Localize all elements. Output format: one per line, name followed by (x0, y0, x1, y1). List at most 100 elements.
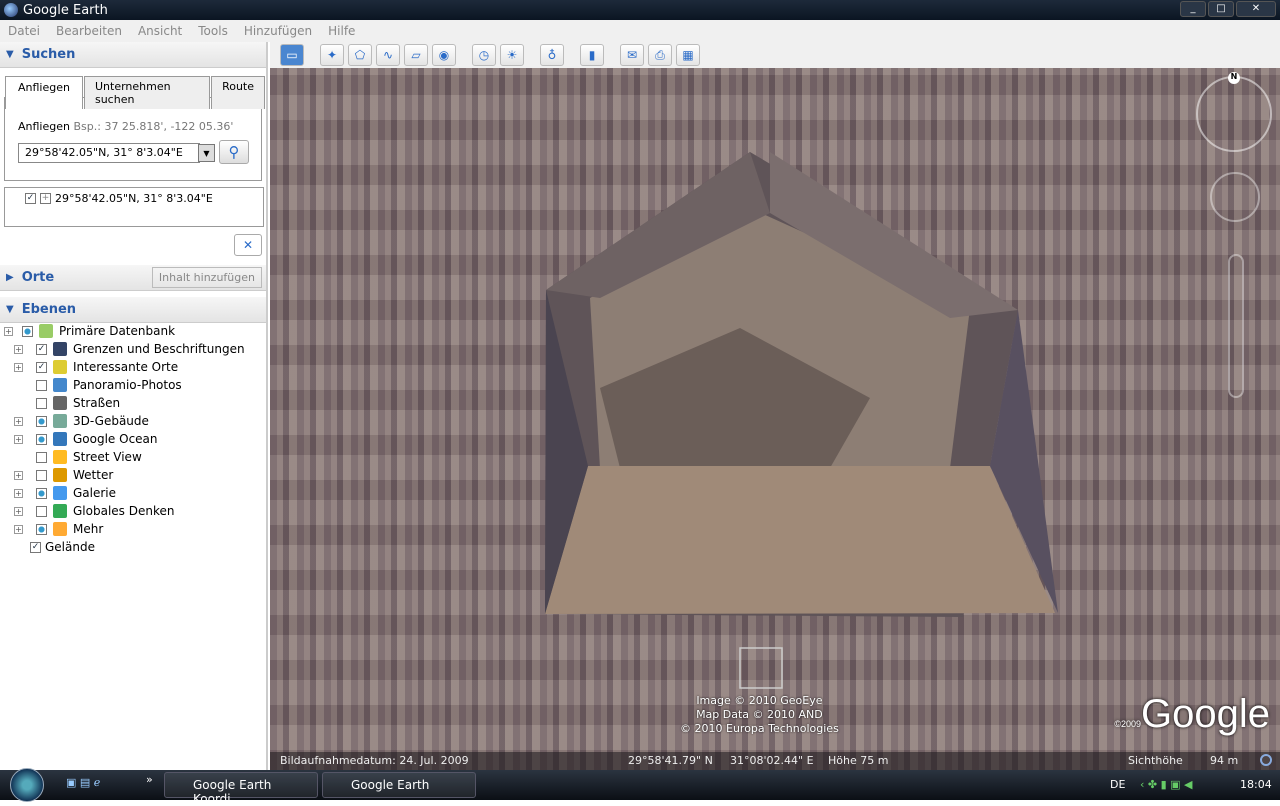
more-chevron-icon[interactable]: » (146, 773, 153, 786)
view-in-maps-button[interactable]: ▦ (676, 44, 700, 66)
expand-toggle[interactable]: + (14, 416, 23, 426)
layer-checkbox[interactable] (36, 523, 47, 535)
layer-item[interactable]: + ✓ Interessante Orte (0, 358, 266, 376)
collapse-icon: ▼ (6, 304, 14, 315)
sidebar: ▼ Suchen Anfliegen Bsp.: 37 25.818', -122… (0, 42, 268, 770)
close-button[interactable]: ✕ (1236, 1, 1276, 17)
tab-unternehmen-suchen[interactable]: Unternehmen suchen (83, 76, 211, 109)
planets-button[interactable]: ♁ (540, 44, 564, 66)
layer-checkbox[interactable] (36, 397, 47, 409)
status-bar: Bildaufnahmedatum: 24. Jul. 2009 29°58'4… (270, 752, 1280, 770)
historical-imagery-button[interactable]: ◷ (472, 44, 496, 66)
clear-results-button[interactable]: ✕ (234, 234, 262, 256)
sunlight-button[interactable]: ☀ (500, 44, 524, 66)
tab-route[interactable]: Route (211, 76, 265, 109)
add-polygon-button[interactable]: ⬠ (348, 44, 372, 66)
layer-checkbox[interactable] (36, 469, 47, 481)
layer-checkbox[interactable] (36, 433, 47, 445)
add-path-button[interactable]: ∿ (376, 44, 400, 66)
compass-north: N (1228, 72, 1240, 84)
expand-toggle[interactable]: + (4, 326, 13, 336)
search-panel-header[interactable]: ▼ Suchen (0, 42, 266, 68)
layer-item[interactable]: ✓ Gelände (0, 538, 266, 556)
toolbar: ▭ ✦ ⬠ ∿ ▱ ◉ ◷ ☀ ♁ ▮ ✉ ⎙ ▦ (270, 42, 1280, 68)
expand-toggle[interactable]: + (14, 362, 23, 372)
layer-checkbox[interactable]: ✓ (36, 361, 47, 373)
layer-checkbox[interactable]: ✓ (30, 541, 41, 553)
layer-item[interactable]: + Primäre Datenbank (0, 322, 266, 340)
task-google-earth[interactable]: Google Earth (322, 772, 476, 798)
layer-item[interactable]: Street View (0, 448, 266, 466)
minimize-button[interactable]: _ (1180, 1, 1206, 17)
layer-item[interactable]: +3D-Gebäude (0, 412, 266, 430)
search-input[interactable]: 29°58'42.05"N, 31° 8'3.04"E (18, 143, 200, 163)
email-button[interactable]: ✉ (620, 44, 644, 66)
layer-checkbox[interactable] (36, 379, 47, 391)
expand-toggle[interactable]: + (14, 524, 23, 534)
search-icon: ⚲ (228, 143, 240, 161)
layer-item[interactable]: + Google Ocean (0, 430, 266, 448)
sidebar-toggle-button[interactable]: ▭ (280, 44, 304, 66)
title-bar: Google Earth _ □ ✕ (0, 0, 1280, 20)
menu-hinzufuegen[interactable]: Hinzufügen (244, 24, 312, 38)
layer-label: Mehr (73, 522, 104, 536)
layer-item[interactable]: Panoramio-Photos (0, 376, 266, 394)
start-button[interactable] (10, 768, 44, 802)
record-tour-button[interactable]: ◉ (432, 44, 456, 66)
layer-checkbox[interactable] (36, 451, 47, 463)
places-panel-header[interactable]: ▶ Orte Inhalt hinzufügen (0, 265, 266, 291)
layer-icon (53, 360, 67, 374)
layer-checkbox[interactable] (36, 487, 47, 499)
layer-checkbox[interactable] (36, 415, 47, 427)
pan-control[interactable] (1210, 172, 1260, 222)
compass-ring[interactable]: N (1196, 72, 1272, 152)
menu-hilfe[interactable]: Hilfe (328, 24, 355, 38)
add-placemark-button[interactable]: ✦ (320, 44, 344, 66)
result-item[interactable]: ✓ + 29°58'42.05"N, 31° 8'3.04"E (25, 192, 213, 205)
layer-item[interactable]: + Globales Denken (0, 502, 266, 520)
expand-toggle[interactable]: + (14, 488, 23, 498)
attribution-imagery: Image © 2010 GeoEye (696, 694, 823, 707)
zoom-slider[interactable] (1228, 254, 1244, 398)
layer-icon (53, 522, 67, 536)
menu-tools[interactable]: Tools (198, 24, 228, 38)
tab-anfliegen[interactable]: Anfliegen (5, 76, 83, 109)
dropdown-arrow-icon[interactable]: ▼ (198, 144, 215, 162)
menu-ansicht[interactable]: Ansicht (138, 24, 182, 38)
layer-checkbox[interactable] (22, 325, 33, 337)
expand-toggle[interactable]: + (14, 506, 23, 516)
search-button[interactable]: ⚲ (219, 140, 249, 164)
quicklaunch-icons[interactable]: ▣ ▤ ℯ (66, 776, 100, 789)
layer-checkbox[interactable]: ✓ (36, 343, 47, 355)
add-overlay-button[interactable]: ▱ (404, 44, 428, 66)
task-firefox[interactable]: Google Earth Koordi... (164, 772, 318, 806)
layer-item[interactable]: + Wetter (0, 466, 266, 484)
maximize-button[interactable]: □ (1208, 1, 1234, 17)
layer-icon (39, 324, 53, 338)
add-content-button[interactable]: Inhalt hinzufügen (151, 267, 262, 288)
expand-toggle[interactable]: + (14, 434, 23, 444)
layer-icon (53, 432, 67, 446)
ruler-button[interactable]: ▮ (580, 44, 604, 66)
expand-toggle[interactable]: + (14, 344, 23, 354)
layer-item[interactable]: + Galerie (0, 484, 266, 502)
menu-bearbeiten[interactable]: Bearbeiten (56, 24, 122, 38)
collapse-icon: ▼ (6, 49, 14, 60)
print-button[interactable]: ⎙ (648, 44, 672, 66)
tray-icons[interactable]: ‹ ✤ ▮ ▣ ◀ (1140, 778, 1193, 791)
layer-item[interactable]: + ✓ Grenzen und Beschriftungen (0, 340, 266, 358)
language-indicator[interactable]: DE (1110, 778, 1125, 791)
layer-item[interactable]: + Mehr (0, 520, 266, 538)
map-view[interactable]: N Image © 2010 GeoEye Map Data © 2010 AN… (270, 68, 1280, 770)
layer-label: Globales Denken (73, 504, 175, 518)
expand-toggle[interactable]: + (14, 470, 23, 480)
layer-checkbox[interactable] (36, 505, 47, 517)
expand-icon: ▶ (6, 272, 14, 283)
attribution-mapdata: Map Data © 2010 AND (696, 708, 823, 721)
menu-datei[interactable]: Datei (8, 24, 40, 38)
clock[interactable]: 18:04 (1240, 778, 1272, 791)
layer-item[interactable]: Straßen (0, 394, 266, 412)
result-checkbox[interactable]: ✓ (25, 193, 36, 204)
layers-panel-header[interactable]: ▼ Ebenen (0, 297, 266, 323)
layer-icon (53, 342, 67, 356)
